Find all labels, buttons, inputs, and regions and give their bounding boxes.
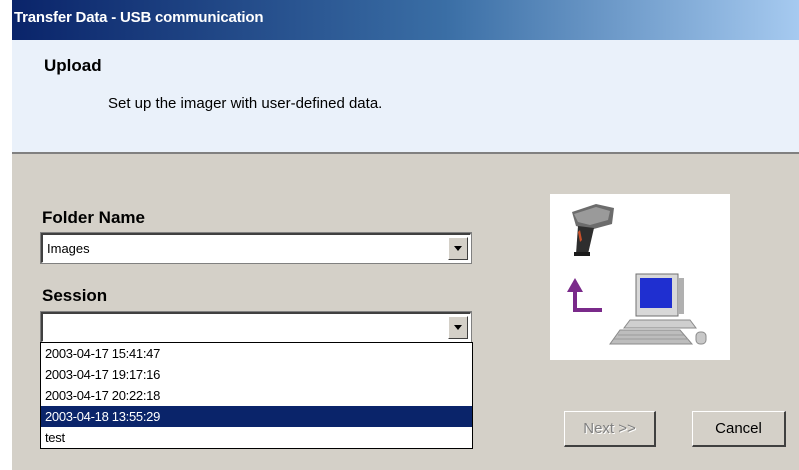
folder-name-combobox[interactable]: Images bbox=[41, 233, 471, 263]
wizard-content: Folder Name Images Session 2003-04-17 15… bbox=[12, 156, 799, 470]
session-option[interactable]: 2003-04-17 15:41:47 bbox=[41, 343, 472, 364]
computer-icon bbox=[609, 273, 707, 345]
session-option[interactable]: 2003-04-17 19:17:16 bbox=[41, 364, 472, 385]
next-button[interactable]: Next >> bbox=[564, 411, 656, 447]
illustration-svg bbox=[567, 204, 707, 345]
folder-name-value: Images bbox=[47, 241, 90, 256]
transfer-illustration bbox=[550, 194, 730, 360]
folder-name-label: Folder Name bbox=[42, 208, 145, 227]
session-option[interactable]: 2003-04-17 20:22:18 bbox=[41, 385, 472, 406]
session-dropdown-list[interactable]: 2003-04-17 15:41:47 2003-04-17 19:17:16 … bbox=[40, 342, 473, 449]
title-bar: Transfer Data - USB communication bbox=[12, 0, 799, 40]
transfer-data-window: Transfer Data - USB communication Upload… bbox=[12, 0, 799, 470]
window-title: Transfer Data - USB communication bbox=[14, 9, 264, 26]
upload-arrow-icon bbox=[567, 278, 602, 312]
barcode-scanner-icon bbox=[572, 204, 614, 256]
session-dropdown-arrow-icon[interactable] bbox=[448, 316, 468, 339]
session-option[interactable]: test bbox=[41, 427, 472, 448]
session-combobox[interactable] bbox=[41, 312, 471, 342]
session-label: Session bbox=[42, 286, 108, 305]
header-subtitle: Set up the imager with user-defined data… bbox=[108, 95, 383, 112]
folder-dropdown-arrow-icon[interactable] bbox=[448, 237, 468, 260]
cancel-button[interactable]: Cancel bbox=[692, 411, 786, 447]
wizard-header: Upload Set up the imager with user-defin… bbox=[12, 40, 799, 154]
session-option-selected[interactable]: 2003-04-18 13:55:29 bbox=[41, 406, 472, 427]
header-title: Upload bbox=[44, 56, 102, 75]
